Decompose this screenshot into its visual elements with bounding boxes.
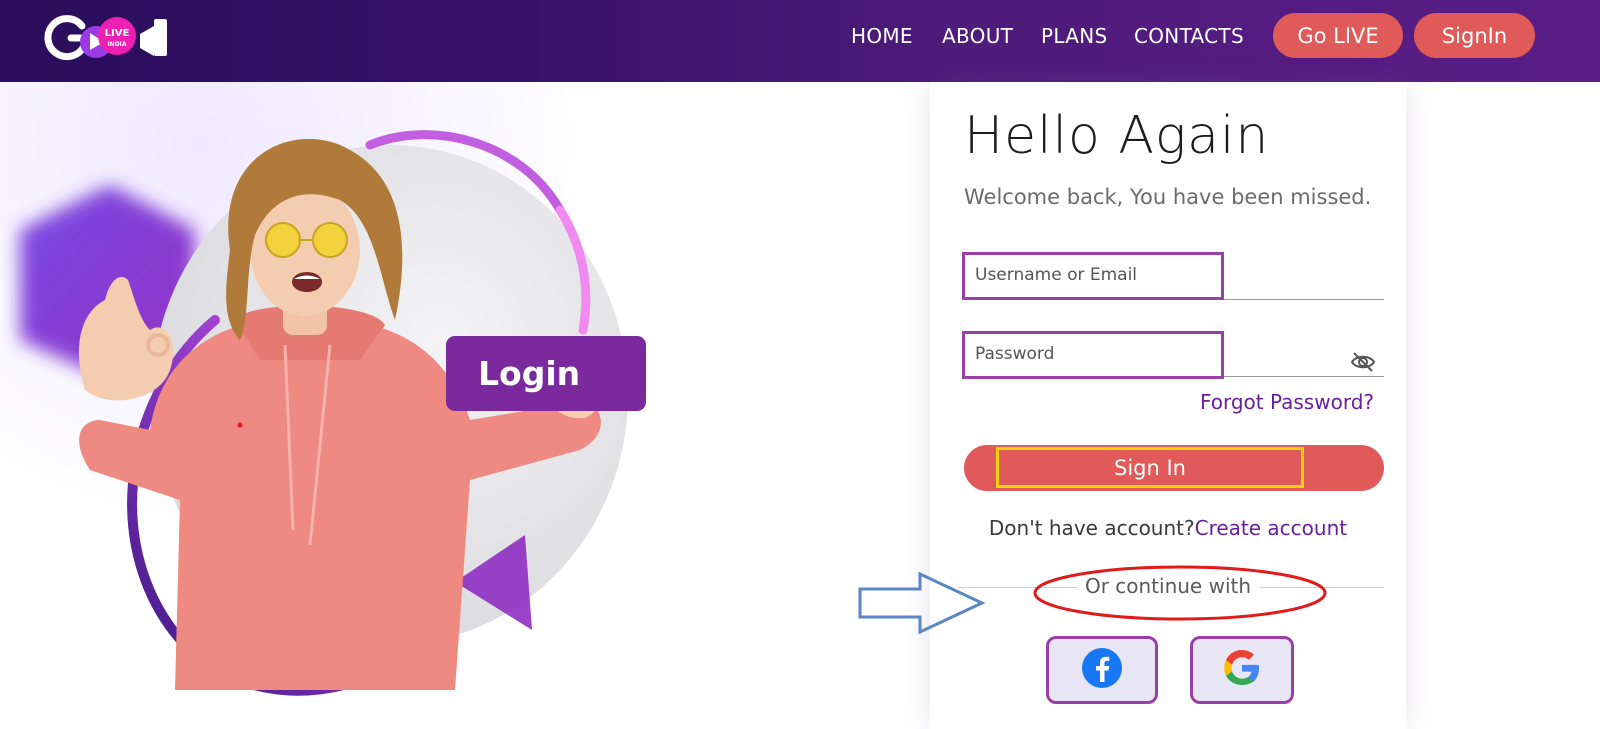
google-icon xyxy=(1221,647,1263,694)
create-account-link[interactable]: Create account xyxy=(1195,516,1348,540)
password-field xyxy=(962,329,1384,379)
go-live-india-logo[interactable]: LIVE INDIA xyxy=(44,12,174,62)
no-account-text: Don't have account? xyxy=(988,516,1195,540)
eye-slash-icon[interactable] xyxy=(1350,351,1376,373)
go-live-button[interactable]: Go LIVE xyxy=(1273,13,1403,58)
card-subtitle: Welcome back, You have been missed. xyxy=(964,185,1372,209)
card-title: Hello Again xyxy=(964,106,1270,166)
nav-plans[interactable]: PLANS xyxy=(1041,24,1108,48)
annotation-ellipse xyxy=(1033,565,1327,621)
svg-text:INDIA: INDIA xyxy=(107,41,126,48)
google-login-button[interactable] xyxy=(1190,636,1294,704)
nav-about[interactable]: ABOUT xyxy=(942,24,1013,48)
top-navbar: LIVE INDIA HOME ABOUT PLANS CONTACTS Go … xyxy=(0,0,1600,82)
username-field xyxy=(962,252,1384,300)
logo-live-text: LIVE xyxy=(105,28,130,39)
login-page: LIVE INDIA HOME ABOUT PLANS CONTACTS Go … xyxy=(0,0,1600,729)
account-row: Don't have account?Create account xyxy=(930,516,1406,540)
username-input[interactable] xyxy=(962,252,1224,300)
forgot-password-link[interactable]: Forgot Password? xyxy=(1200,390,1374,414)
hero-illustration: Login xyxy=(0,82,900,729)
facebook-login-button[interactable] xyxy=(1046,636,1158,704)
password-input[interactable] xyxy=(962,331,1224,379)
sign-in-button[interactable]: Sign In xyxy=(964,445,1384,491)
signin-nav-button[interactable]: SignIn xyxy=(1414,13,1535,58)
facebook-icon xyxy=(1081,647,1123,694)
login-card: Hello Again Welcome back, You have been … xyxy=(930,82,1406,729)
login-badge: Login xyxy=(446,336,646,411)
nav-home[interactable]: HOME xyxy=(851,24,913,48)
annotation-arrow xyxy=(858,572,986,634)
nav-contacts[interactable]: CONTACTS xyxy=(1134,24,1244,48)
sign-in-label: Sign In xyxy=(996,447,1304,488)
